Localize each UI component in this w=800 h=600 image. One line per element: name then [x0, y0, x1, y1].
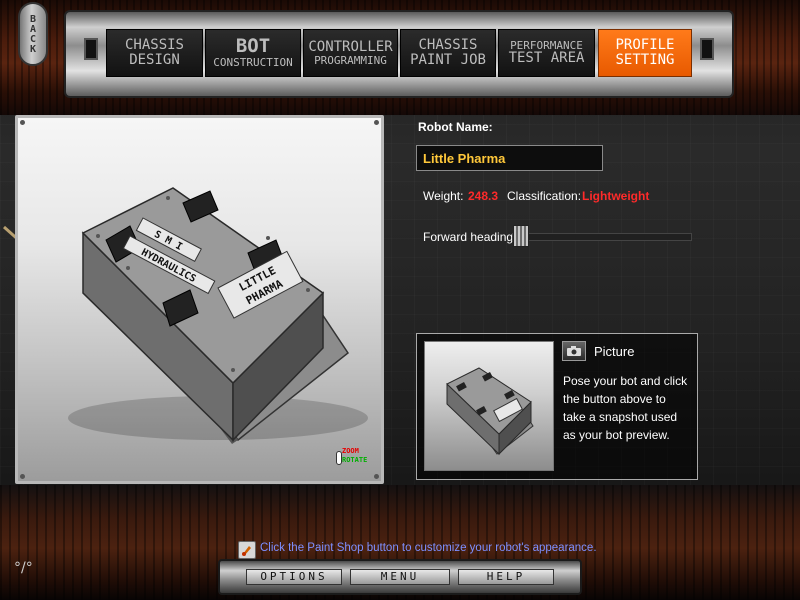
tab-label-line1: CHASSIS — [418, 37, 478, 54]
tab-chassis-design[interactable]: CHASSIS DESIGN — [106, 29, 203, 77]
forward-heading-slider-thumb[interactable] — [513, 225, 529, 247]
tab-label-line2: CONSTRUCTION — [213, 56, 293, 70]
robot-3d-viewport[interactable]: S M I HYDRAULICS LITTLE PHARMA — [15, 115, 384, 484]
robot-name-label: Robot Name: — [418, 120, 493, 134]
robot-model: S M I HYDRAULICS LITTLE PHARMA — [68, 187, 368, 444]
tab-label-line1: CONTROLLER — [308, 38, 393, 55]
signal-icon: °/° — [14, 560, 33, 576]
robot-name-input[interactable]: Little Pharma — [416, 145, 603, 171]
nav-right-cap — [700, 38, 714, 60]
menu-button[interactable]: MENU — [350, 569, 450, 585]
help-button[interactable]: HELP — [458, 569, 554, 585]
status-hint-text: Click the Paint Shop button to customize… — [260, 542, 597, 554]
camera-icon — [567, 346, 581, 356]
take-picture-button[interactable] — [562, 341, 586, 361]
tab-controller-programming[interactable]: CONTROLLER PROGRAMMING — [303, 29, 398, 77]
classification-value: Lightweight — [582, 189, 650, 203]
tab-label-line2: DESIGN — [129, 52, 180, 68]
tab-label-line1: BOT — [235, 35, 271, 58]
zoom-label: ZOOM — [342, 447, 359, 455]
bot-preview-image — [446, 367, 534, 456]
tab-label-line2: TEST AREA — [508, 50, 585, 67]
zoom-rotate-hint: ZOOM ROTATE — [336, 447, 382, 471]
tab-profile-setting[interactable]: PROFILE SETTING — [598, 29, 692, 77]
tab-label-line2: SETTING — [615, 52, 675, 68]
tab-label-line2: PAINT JOB — [410, 52, 486, 68]
mouse-icon — [336, 451, 342, 465]
paint-shop-icon[interactable] — [238, 541, 256, 559]
tab-label-line1: CHASSIS — [124, 37, 184, 54]
tab-label-line2: PROGRAMMING — [314, 53, 387, 67]
tab-label-line1: PROFILE — [615, 37, 675, 54]
bot-preview-thumbnail — [424, 341, 554, 471]
forward-heading-slider[interactable] — [512, 233, 692, 241]
weight-label: Weight: — [423, 189, 464, 203]
tab-chassis-paint-job[interactable]: CHASSIS PAINT JOB — [400, 29, 496, 77]
back-button-label: BACK — [27, 14, 39, 54]
picture-description: Pose your bot and click the button above… — [563, 374, 688, 442]
picture-title: Picture — [594, 344, 635, 359]
tab-performance-test-area[interactable]: PERFORMANCE TEST AREA — [498, 29, 595, 77]
classification-label: Classification: — [507, 189, 582, 203]
forward-heading-label: Forward heading: — [423, 230, 517, 244]
weight-value: 248.3 — [468, 189, 499, 203]
nav-left-cap — [84, 38, 98, 60]
options-button[interactable]: OPTIONS — [246, 569, 342, 585]
back-button[interactable]: BACK — [18, 2, 48, 66]
rotate-label: ROTATE — [342, 456, 368, 464]
tab-bot-construction[interactable]: BOT CONSTRUCTION — [205, 29, 301, 77]
